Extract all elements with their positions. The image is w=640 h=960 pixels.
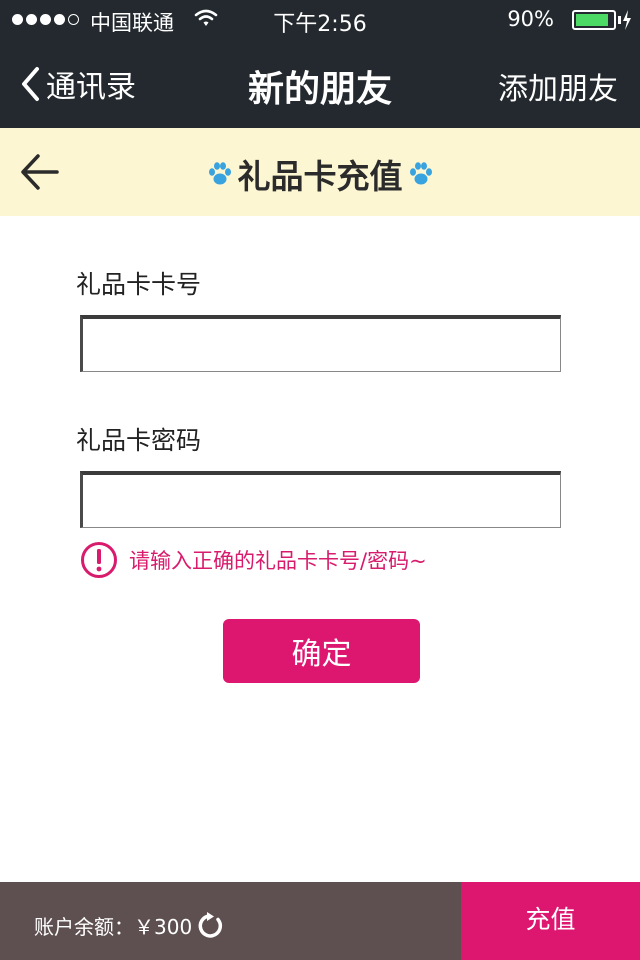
card-number-input[interactable]: [80, 315, 561, 372]
status-bar: 中国联通 下午2:56 90%: [0, 0, 640, 40]
alert-circle-icon: [81, 542, 117, 578]
sub-title-group: 礼品卡充值: [0, 150, 640, 198]
error-message: 请输入正确的礼品卡卡号/密码~: [129, 549, 427, 573]
paw-icon: [208, 162, 231, 185]
password-input[interactable]: [80, 471, 561, 528]
battery-icon: [572, 10, 616, 30]
sub-header: 礼品卡充值: [0, 128, 640, 216]
password-label: 礼品卡密码: [76, 426, 202, 455]
add-friend-button[interactable]: 添加朋友: [498, 64, 618, 108]
page-title: 礼品卡充值: [237, 157, 403, 196]
battery-level: [576, 14, 609, 26]
nav-bar: 通讯录 新的朋友 添加朋友: [0, 40, 640, 128]
balance-group: 账户余额：￥300: [34, 911, 224, 940]
paw-icon: [409, 162, 432, 185]
account-balance: 账户余额：￥300: [34, 915, 193, 939]
confirm-button[interactable]: 确定: [223, 619, 420, 683]
refresh-icon[interactable]: [196, 911, 224, 940]
battery-percent: 90%: [507, 7, 554, 31]
charging-bolt-icon: [623, 10, 631, 30]
battery-tip: [618, 16, 621, 24]
error-message-row: 请输入正确的礼品卡卡号/密码~: [80, 541, 427, 579]
recharge-button[interactable]: 充值: [461, 882, 640, 960]
card-number-label: 礼品卡卡号: [76, 270, 202, 299]
footer-bar: 账户余额：￥300 充值: [0, 882, 640, 960]
